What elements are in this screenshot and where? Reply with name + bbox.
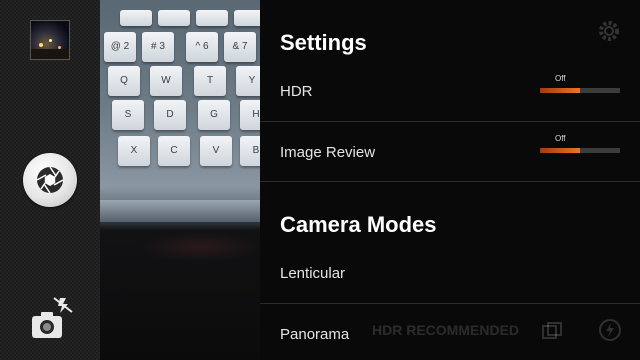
camera-modes-title: Camera Modes — [280, 212, 437, 237]
toggle-fill — [540, 148, 580, 153]
key: C — [158, 136, 190, 166]
key: ^ 6 — [186, 32, 218, 62]
settings-title: Settings — [280, 30, 367, 55]
mode-label: Panorama — [280, 326, 350, 343]
key: @ 2 — [104, 32, 136, 62]
key: Q — [108, 66, 140, 96]
key: Y — [236, 66, 260, 96]
camera-app: @ 2 # 3 ^ 6 & 7 Q W T Y S D G H X C V B … — [0, 0, 640, 360]
key — [158, 10, 190, 26]
camera-control-rail — [0, 0, 100, 360]
shutter-icon — [36, 166, 64, 194]
key — [120, 10, 152, 26]
gallery-thumbnail[interactable] — [30, 20, 70, 60]
key: W — [150, 66, 182, 96]
hdr-icon — [542, 322, 562, 339]
key: B — [240, 136, 260, 166]
key — [234, 10, 260, 26]
toggle-fill — [540, 88, 580, 93]
flash-icon[interactable] — [598, 318, 622, 342]
mode-label: Lenticular — [280, 265, 346, 282]
setting-row-image-review[interactable]: Image Review Off — [260, 122, 640, 182]
camera-mode-lenticular[interactable]: Lenticular — [260, 244, 640, 304]
key: X — [118, 136, 150, 166]
key: S — [112, 100, 144, 130]
hdr-toggle[interactable]: Off — [540, 74, 620, 94]
key: D — [154, 100, 186, 130]
toggle-state-label: Off — [555, 134, 566, 143]
key: H — [240, 100, 260, 130]
key — [196, 10, 228, 26]
image-review-toggle[interactable]: Off — [540, 134, 620, 154]
toggle-track — [540, 148, 620, 153]
toggle-track — [540, 88, 620, 93]
key: & 7 — [224, 32, 256, 62]
camera-flash-off-icon[interactable] — [30, 296, 74, 342]
setting-label: HDR — [280, 83, 313, 100]
toggle-state-label: Off — [555, 74, 566, 83]
setting-row-hdr[interactable]: HDR Off — [260, 62, 640, 122]
key: V — [200, 136, 232, 166]
key: T — [194, 66, 226, 96]
setting-label: Image Review — [280, 144, 376, 161]
gear-icon[interactable] — [596, 18, 622, 44]
shutter-button[interactable] — [23, 153, 77, 207]
key: # 3 — [142, 32, 174, 62]
settings-panel: Settings HDR Off Image Review Off Camera… — [260, 0, 640, 360]
key: G — [198, 100, 230, 130]
camera-viewfinder: @ 2 # 3 ^ 6 & 7 Q W T Y S D G H X C V B — [100, 0, 260, 360]
hdr-recommended-text: HDR RECOMMENDED — [372, 322, 519, 338]
